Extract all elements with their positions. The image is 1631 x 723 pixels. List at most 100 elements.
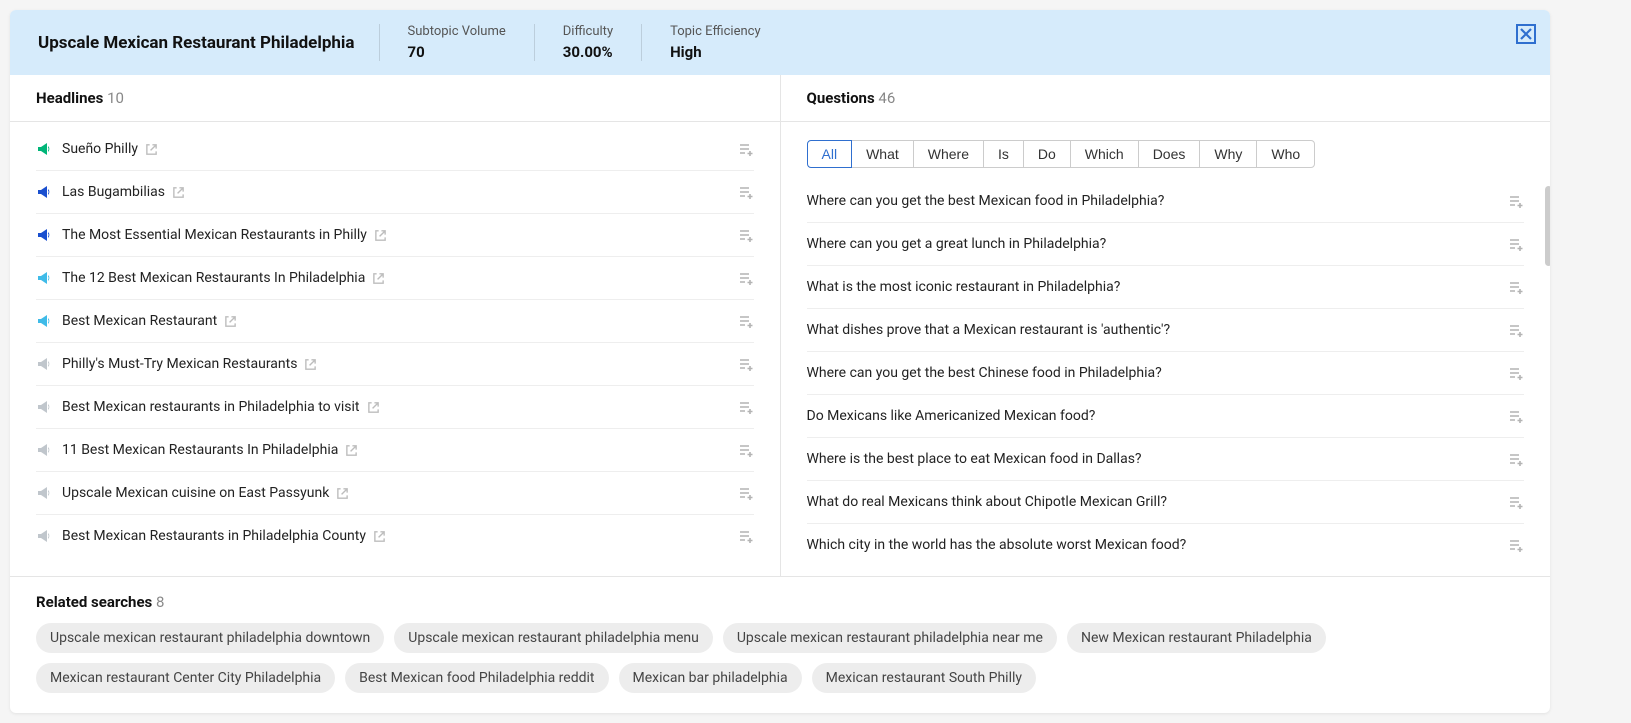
add-to-list-icon[interactable] <box>738 528 754 544</box>
headline-link[interactable]: The 12 Best Mexican Restaurants In Phila… <box>62 270 365 286</box>
bullhorn-icon <box>36 442 52 458</box>
bullhorn-icon <box>36 270 52 286</box>
headline-link[interactable]: 11 Best Mexican Restaurants In Philadelp… <box>62 442 338 458</box>
question-row: Where is the best place to eat Mexican f… <box>807 438 1525 481</box>
headline-row: 11 Best Mexican Restaurants In Philadelp… <box>36 429 754 472</box>
questions-title: Questions <box>807 89 875 107</box>
external-link-icon <box>336 487 349 500</box>
external-link-icon <box>373 530 386 543</box>
add-to-list-icon[interactable] <box>1508 494 1524 510</box>
scrollbar-thumb[interactable] <box>1545 186 1550 266</box>
headline-link[interactable]: Upscale Mexican cuisine on East Passyunk <box>62 485 329 501</box>
add-to-list-icon[interactable] <box>738 141 754 157</box>
question-row: Where can you get the best Chinese food … <box>807 352 1525 395</box>
external-link-icon <box>224 315 237 328</box>
add-to-list-icon[interactable] <box>1508 193 1524 209</box>
bullhorn-icon <box>36 485 52 501</box>
filter-all[interactable]: All <box>807 140 853 168</box>
headline-link[interactable]: Sueño Philly <box>62 141 138 157</box>
metric-label: Topic Efficiency <box>670 24 761 39</box>
questions-column: Questions 46 AllWhatWhereIsDoWhichDoesWh… <box>781 75 1551 576</box>
add-to-list-icon[interactable] <box>738 184 754 200</box>
related-pill[interactable]: Mexican restaurant South Philly <box>812 663 1036 693</box>
related-pill[interactable]: Mexican restaurant Center City Philadelp… <box>36 663 335 693</box>
add-to-list-icon[interactable] <box>738 313 754 329</box>
related-pill[interactable]: Mexican bar philadelphia <box>619 663 802 693</box>
add-to-list-icon[interactable] <box>738 227 754 243</box>
related-searches-section: Related searches 8 Upscale mexican resta… <box>10 576 1550 713</box>
headline-link[interactable]: Philly's Must-Try Mexican Restaurants <box>62 356 297 372</box>
filter-do[interactable]: Do <box>1023 140 1071 168</box>
filter-which[interactable]: Which <box>1070 140 1139 168</box>
add-to-list-icon[interactable] <box>1508 279 1524 295</box>
external-link-icon <box>367 401 380 414</box>
headline-link[interactable]: The Most Essential Mexican Restaurants i… <box>62 227 367 243</box>
questions-list: Where can you get the best Mexican food … <box>781 176 1551 576</box>
add-to-list-icon[interactable] <box>1508 537 1524 553</box>
external-link-icon <box>172 186 185 199</box>
related-pill[interactable]: Upscale mexican restaurant philadelphia … <box>723 623 1057 653</box>
add-to-list-icon[interactable] <box>738 485 754 501</box>
question-text: What dishes prove that a Mexican restaur… <box>807 322 1171 338</box>
topic-detail-card: Upscale Mexican Restaurant Philadelphia … <box>10 10 1550 713</box>
related-count: 8 <box>156 593 164 611</box>
question-row: Where can you get a great lunch in Phila… <box>807 223 1525 266</box>
metric-value: 70 <box>408 43 506 61</box>
headline-row: Best Mexican restaurants in Philadelphia… <box>36 386 754 429</box>
filter-does[interactable]: Does <box>1138 140 1201 168</box>
add-to-list-icon[interactable] <box>1508 365 1524 381</box>
question-row: Which city in the world has the absolute… <box>807 524 1525 566</box>
bullhorn-icon <box>36 399 52 415</box>
metric-label: Subtopic Volume <box>408 24 506 39</box>
close-icon <box>1520 28 1532 40</box>
filter-is[interactable]: Is <box>983 140 1024 168</box>
add-to-list-icon[interactable] <box>738 442 754 458</box>
external-link-icon <box>372 272 385 285</box>
external-link-icon <box>345 444 358 457</box>
related-pill[interactable]: Upscale mexican restaurant philadelphia … <box>394 623 713 653</box>
related-header: Related searches 8 <box>36 593 1524 611</box>
related-pill[interactable]: New Mexican restaurant Philadelphia <box>1067 623 1326 653</box>
related-pills: Upscale mexican restaurant philadelphia … <box>36 623 1524 693</box>
headline-row: The Most Essential Mexican Restaurants i… <box>36 214 754 257</box>
add-to-list-icon[interactable] <box>1508 322 1524 338</box>
bullhorn-icon <box>36 313 52 329</box>
bullhorn-icon <box>36 356 52 372</box>
bullhorn-icon <box>36 184 52 200</box>
topic-title: Upscale Mexican Restaurant Philadelphia <box>38 33 379 53</box>
external-link-icon <box>304 358 317 371</box>
add-to-list-icon[interactable] <box>738 399 754 415</box>
add-to-list-icon[interactable] <box>1508 236 1524 252</box>
question-text: Where can you get the best Mexican food … <box>807 193 1165 209</box>
question-text: Where is the best place to eat Mexican f… <box>807 451 1142 467</box>
headline-link[interactable]: Best Mexican Restaurant <box>62 313 217 329</box>
filter-where[interactable]: Where <box>913 140 984 168</box>
add-to-list-icon[interactable] <box>738 270 754 286</box>
close-button[interactable] <box>1516 24 1536 44</box>
bullhorn-icon <box>36 141 52 157</box>
headline-row: Las Bugambilias <box>36 171 754 214</box>
add-to-list-icon[interactable] <box>738 356 754 372</box>
filter-who[interactable]: Who <box>1256 140 1315 168</box>
related-pill[interactable]: Upscale mexican restaurant philadelphia … <box>36 623 384 653</box>
headlines-column: Headlines 10 Sueño Philly Las Bugambilias… <box>10 75 781 576</box>
related-title: Related searches <box>36 593 152 611</box>
question-text: Where can you get the best Chinese food … <box>807 365 1162 381</box>
add-to-list-icon[interactable] <box>1508 451 1524 467</box>
headlines-header: Headlines 10 <box>10 75 780 122</box>
question-text: Where can you get a great lunch in Phila… <box>807 236 1107 252</box>
filter-what[interactable]: What <box>851 140 914 168</box>
question-text: What is the most iconic restaurant in Ph… <box>807 279 1121 295</box>
headlines-count: 10 <box>107 89 124 107</box>
filter-why[interactable]: Why <box>1199 140 1257 168</box>
headline-link[interactable]: Best Mexican restaurants in Philadelphia… <box>62 399 360 415</box>
headline-row: Philly's Must-Try Mexican Restaurants <box>36 343 754 386</box>
add-to-list-icon[interactable] <box>1508 408 1524 424</box>
metric-label: Difficulty <box>563 24 613 39</box>
questions-count: 46 <box>878 89 895 107</box>
external-link-icon <box>145 143 158 156</box>
questions-header: Questions 46 <box>781 75 1551 122</box>
related-pill[interactable]: Best Mexican food Philadelphia reddit <box>345 663 608 693</box>
headline-link[interactable]: Las Bugambilias <box>62 184 165 200</box>
headline-link[interactable]: Best Mexican Restaurants in Philadelphia… <box>62 528 366 544</box>
